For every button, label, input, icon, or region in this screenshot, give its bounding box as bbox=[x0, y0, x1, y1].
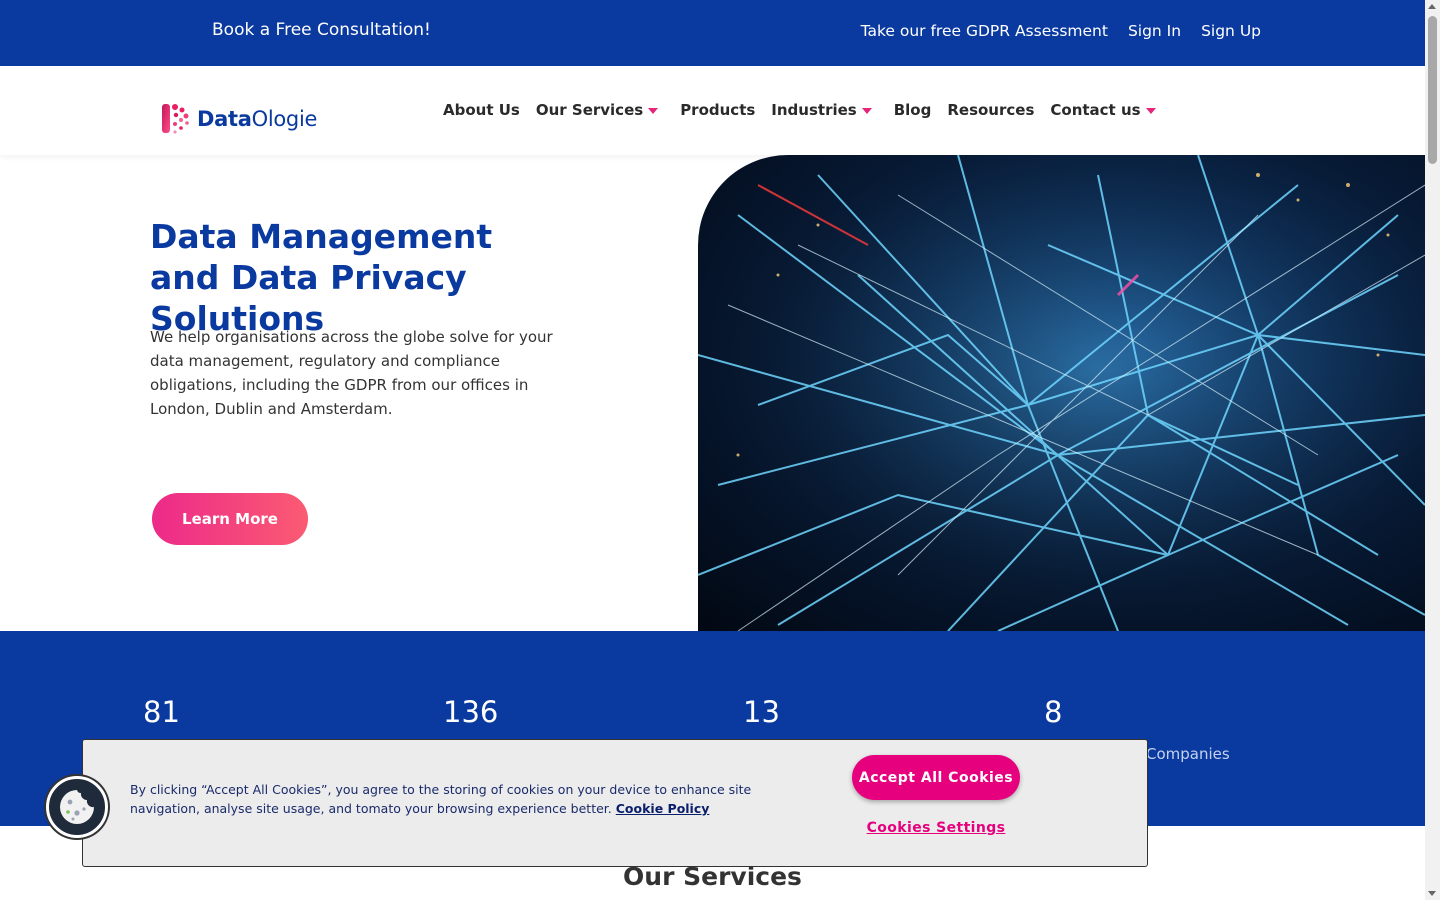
stat-value: 81 bbox=[143, 695, 180, 729]
nav-item-industries[interactable]: Industries bbox=[771, 101, 872, 119]
nav-item-about-us[interactable]: About Us bbox=[443, 101, 520, 119]
stat-label: Companies bbox=[1146, 745, 1230, 763]
stat-value: 136 bbox=[443, 695, 499, 729]
cookie-preferences-button[interactable] bbox=[46, 776, 108, 838]
cookie-icon bbox=[60, 790, 94, 824]
stat-item: 81 bbox=[143, 695, 180, 729]
stat-item: 13 bbox=[743, 695, 780, 729]
sign-up-link[interactable]: Sign Up bbox=[1201, 22, 1261, 40]
cookie-message: By clicking “Accept All Cookies”, you ag… bbox=[130, 782, 752, 816]
cookie-banner: By clicking “Accept All Cookies”, you ag… bbox=[82, 739, 1148, 867]
stat-item: 8 Companies bbox=[1044, 695, 1230, 763]
nav-item-resources[interactable]: Resources bbox=[947, 101, 1034, 119]
learn-more-button[interactable]: Learn More bbox=[152, 493, 308, 545]
hero-title: Data Management and Data Privacy Solutio… bbox=[150, 217, 493, 338]
hero-description: We help organisations across the globe s… bbox=[150, 328, 553, 418]
nav-item-contact-us[interactable]: Contact us bbox=[1050, 101, 1156, 119]
nav-menu: About Us Our Services Products Industrie… bbox=[443, 101, 1172, 119]
scroll-up-arrow-icon[interactable] bbox=[1428, 4, 1436, 9]
top-bar: Book a Free Consultation! Take our free … bbox=[0, 0, 1425, 66]
page-scrollbar[interactable] bbox=[1425, 0, 1440, 900]
sign-in-link[interactable]: Sign In bbox=[1128, 22, 1181, 40]
logo[interactable]: DataOlogie bbox=[161, 102, 317, 135]
stat-value: 13 bbox=[743, 695, 780, 729]
network-lines-illustration bbox=[698, 155, 1425, 631]
nav-item-blog[interactable]: Blog bbox=[894, 101, 932, 119]
stat-item: 136 bbox=[443, 695, 498, 729]
nav-item-our-services[interactable]: Our Services bbox=[536, 101, 659, 119]
scroll-thumb[interactable] bbox=[1428, 16, 1437, 164]
book-consultation-link[interactable]: Book a Free Consultation! bbox=[212, 20, 431, 40]
cookies-settings-link[interactable]: Cookies Settings bbox=[852, 820, 1020, 836]
hero-image bbox=[698, 155, 1425, 631]
logo-icon bbox=[162, 104, 189, 134]
caret-down-icon bbox=[1145, 108, 1156, 114]
cookie-policy-link[interactable]: Cookie Policy bbox=[616, 801, 710, 816]
nav-item-products[interactable]: Products bbox=[680, 101, 755, 119]
gdpr-assessment-link[interactable]: Take our free GDPR Assessment bbox=[861, 22, 1108, 40]
caret-down-icon bbox=[648, 108, 659, 114]
main-nav: DataOlogie About Us Our Services Product… bbox=[0, 66, 1425, 155]
accept-all-cookies-button[interactable]: Accept All Cookies bbox=[852, 755, 1020, 800]
logo-text: DataOlogie bbox=[197, 106, 318, 131]
caret-down-icon bbox=[861, 108, 872, 114]
stat-value: 8 bbox=[1044, 695, 1063, 729]
scroll-down-arrow-icon[interactable] bbox=[1428, 891, 1436, 896]
top-links: Take our free GDPR Assessment Sign In Si… bbox=[861, 22, 1261, 40]
